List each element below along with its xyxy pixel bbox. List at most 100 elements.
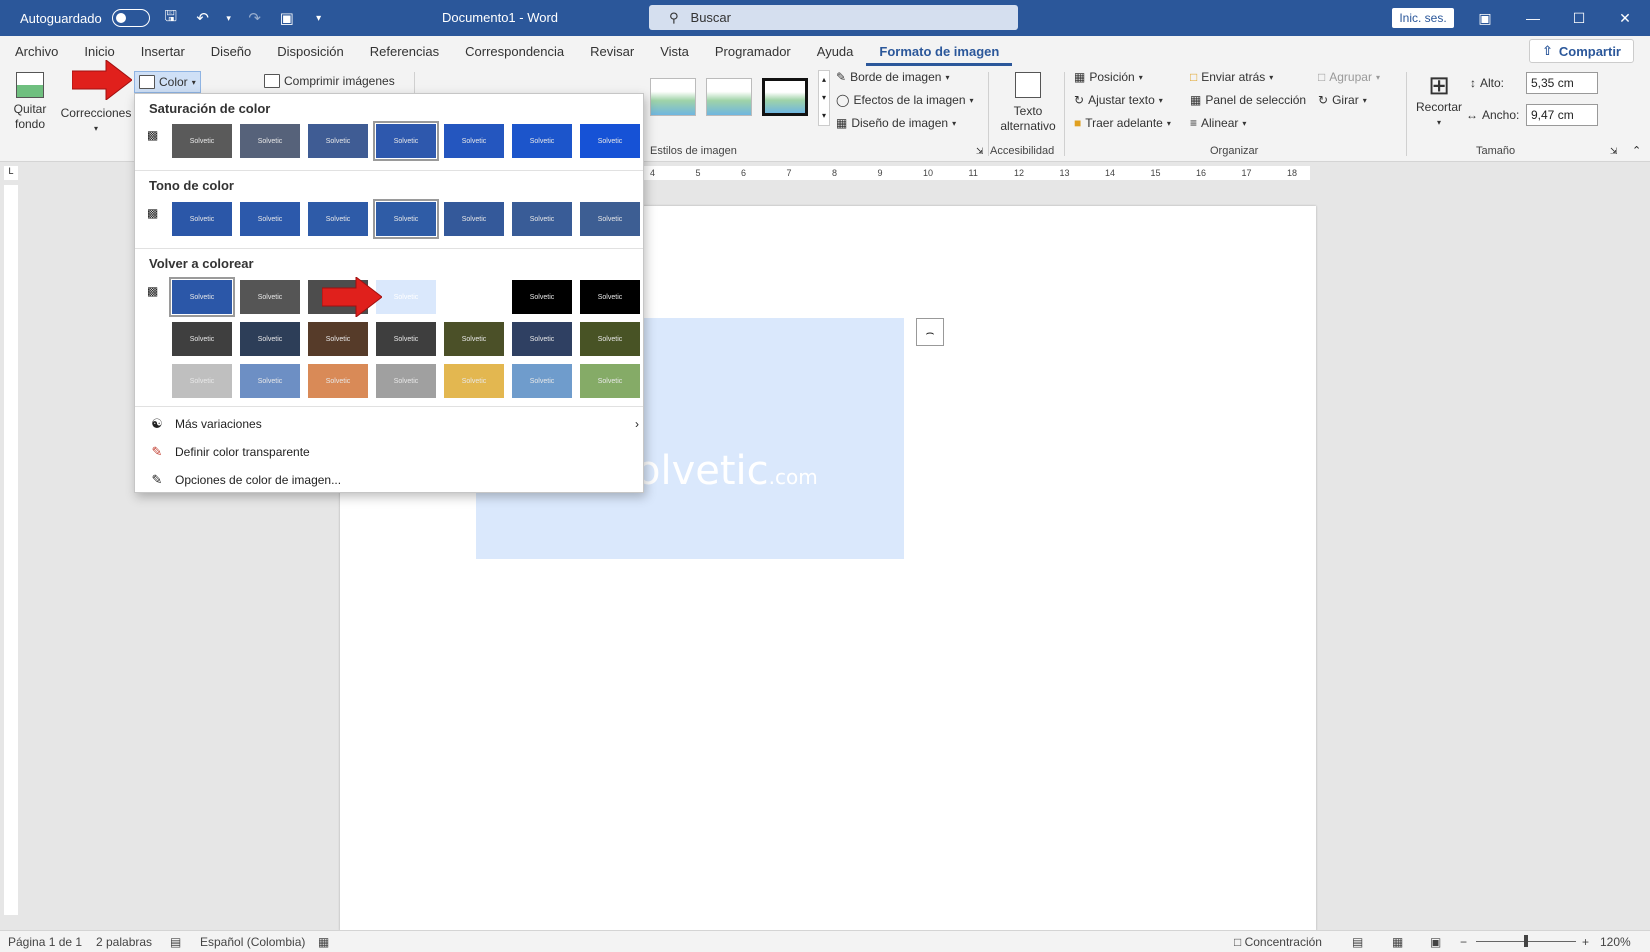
- minimize-icon[interactable]: —: [1510, 0, 1556, 36]
- proofing-icon[interactable]: ▤: [170, 935, 181, 949]
- color-swatch[interactable]: Solvetic: [512, 364, 572, 398]
- color-swatch[interactable]: Solvetic: [444, 364, 504, 398]
- color-swatch[interactable]: Solvetic: [308, 364, 368, 398]
- tab-programador[interactable]: Programador: [702, 36, 804, 66]
- posicion-button[interactable]: ▦ Posición ▾: [1074, 70, 1143, 84]
- color-swatch[interactable]: Solvetic: [373, 199, 439, 239]
- color-swatch[interactable]: Solvetic: [172, 202, 232, 236]
- tab-selector[interactable]: L: [4, 166, 18, 180]
- color-swatch[interactable]: Solvetic: [240, 280, 300, 314]
- close-icon[interactable]: ✕: [1602, 0, 1648, 36]
- zoom-in-icon[interactable]: +: [1582, 935, 1589, 949]
- web-layout-icon[interactable]: ▣: [1430, 935, 1441, 949]
- color-swatch[interactable]: Solvetic: [308, 124, 368, 158]
- page-count[interactable]: Página 1 de 1: [8, 935, 82, 949]
- tab-vista[interactable]: Vista: [647, 36, 702, 66]
- color-swatch[interactable]: Solvetic: [580, 322, 640, 356]
- color-swatch[interactable]: Solvetic: [172, 322, 232, 356]
- efectos-button[interactable]: ◯ Efectos de la imagen ▾: [836, 93, 974, 107]
- gallery-scroll[interactable]: ▴ ▾ ▾: [818, 70, 830, 126]
- correcciones-button[interactable]: Correcciones ▾: [60, 106, 132, 136]
- color-swatch[interactable]: Solvetic: [240, 202, 300, 236]
- color-swatch[interactable]: Solvetic: [376, 364, 436, 398]
- color-swatch[interactable]: Solvetic: [512, 322, 572, 356]
- tab-archivo[interactable]: Archivo: [0, 36, 71, 66]
- color-swatch[interactable]: Solvetic: [512, 124, 572, 158]
- tono-heading: Tono de color: [149, 178, 234, 193]
- color-swatch[interactable]: Solvetic: [240, 322, 300, 356]
- language[interactable]: Español (Colombia): [200, 935, 305, 949]
- color-swatch[interactable]: Solvetic: [376, 280, 436, 314]
- color-swatch[interactable]: Solvetic: [580, 124, 640, 158]
- color-swatch[interactable]: Solvetic: [444, 322, 504, 356]
- accessibility-icon[interactable]: ▦: [318, 935, 329, 949]
- mas-variaciones-item[interactable]: ☯ Más variaciones ›: [149, 416, 639, 432]
- collapse-ribbon-icon[interactable]: ⌃: [1632, 144, 1641, 157]
- color-button[interactable]: Color ▾: [134, 71, 201, 93]
- texto-alternativo-button[interactable]: Texto alternativo: [996, 72, 1060, 134]
- tab-disposicion[interactable]: Disposición: [264, 36, 356, 66]
- zoom-level[interactable]: 120%: [1600, 935, 1631, 949]
- zoom-out-icon[interactable]: −: [1460, 935, 1467, 949]
- maximize-icon[interactable]: ☐: [1556, 0, 1602, 36]
- ajustar-texto-button[interactable]: ↻ Ajustar texto ▾: [1074, 93, 1163, 107]
- tab-diseno[interactable]: Diseño: [198, 36, 264, 66]
- panel-seleccion-button[interactable]: ▦ Panel de selección: [1190, 93, 1306, 107]
- color-swatch[interactable]: [444, 280, 504, 314]
- traer-adelante-button[interactable]: ■ Traer adelante ▾: [1074, 116, 1171, 130]
- tab-correspondencia[interactable]: Correspondencia: [452, 36, 577, 66]
- definir-transparente-item[interactable]: ✎ Definir color transparente: [149, 444, 310, 460]
- ancho-input[interactable]: 9,47 cm: [1526, 104, 1598, 126]
- style-thumb[interactable]: [706, 78, 752, 116]
- agrupar-button[interactable]: □ Agrupar ▾: [1318, 70, 1380, 84]
- color-swatch[interactable]: Solvetic: [373, 121, 439, 161]
- opciones-color-item[interactable]: ✎ Opciones de color de imagen...: [149, 472, 342, 488]
- print-layout-icon[interactable]: ▦: [1392, 935, 1403, 949]
- borde-button[interactable]: ✎ Borde de imagen ▾: [836, 70, 949, 84]
- enviar-atras-button[interactable]: □ Enviar atrás ▾: [1190, 70, 1273, 84]
- color-swatch[interactable]: Solvetic: [308, 202, 368, 236]
- alto-input[interactable]: 5,35 cm: [1526, 72, 1598, 94]
- color-swatch[interactable]: Solvetic: [580, 364, 640, 398]
- zoom-thumb[interactable]: [1524, 935, 1528, 947]
- style-thumb[interactable]: [650, 78, 696, 116]
- chevron-down-icon: ▾: [1269, 72, 1274, 82]
- quitar-fondo-button[interactable]: Quitar fondo: [10, 72, 50, 132]
- diseno-button[interactable]: ▦ Diseño de imagen ▾: [836, 116, 956, 130]
- tab-formato-de-imagen[interactable]: Formato de imagen: [866, 36, 1013, 66]
- tab-insertar[interactable]: Insertar: [128, 36, 198, 66]
- tab-ayuda[interactable]: Ayuda: [804, 36, 867, 66]
- alinear-button[interactable]: ≡ Alinear ▾: [1190, 116, 1246, 130]
- dialog-launcher-icon[interactable]: ⇲: [1610, 146, 1618, 157]
- word-count[interactable]: 2 palabras: [96, 935, 152, 949]
- tab-revisar[interactable]: Revisar: [577, 36, 647, 66]
- color-swatch[interactable]: Solvetic: [512, 280, 572, 314]
- color-swatch[interactable]: Solvetic: [444, 124, 504, 158]
- layout-options-icon[interactable]: ⌢: [916, 318, 944, 346]
- color-swatch[interactable]: Solvetic: [240, 364, 300, 398]
- ribbon-display-icon[interactable]: ▣: [1462, 0, 1508, 36]
- color-swatch[interactable]: Solvetic: [376, 322, 436, 356]
- swatch-text: Solvetic: [257, 215, 283, 223]
- dialog-launcher-icon[interactable]: ⇲: [976, 146, 984, 157]
- color-swatch[interactable]: Solvetic: [580, 280, 640, 314]
- sign-in-button[interactable]: Inic. ses.: [1392, 8, 1454, 28]
- color-swatch[interactable]: Solvetic: [172, 124, 232, 158]
- color-swatch[interactable]: Solvetic: [444, 202, 504, 236]
- color-swatch[interactable]: Solvetic: [240, 124, 300, 158]
- read-mode-icon[interactable]: ▤: [1352, 935, 1363, 949]
- color-swatch[interactable]: Solvetic: [172, 364, 232, 398]
- color-swatch[interactable]: Solvetic: [169, 277, 235, 317]
- girar-button[interactable]: ↻ Girar ▾: [1318, 93, 1367, 107]
- tab-referencias[interactable]: Referencias: [357, 36, 452, 66]
- color-swatch[interactable]: Solvetic: [580, 202, 640, 236]
- share-button[interactable]: ⇧ Compartir: [1528, 39, 1634, 63]
- focus-mode-button[interactable]: □ Concentración: [1234, 935, 1322, 949]
- borde-label: Borde de imagen: [850, 70, 942, 84]
- color-swatch[interactable]: Solvetic: [308, 322, 368, 356]
- recortar-button[interactable]: ⊞ Recortar ▾: [1414, 70, 1464, 130]
- comprimir-imagenes-button[interactable]: Comprimir imágenes: [264, 74, 395, 88]
- color-swatch[interactable]: Solvetic: [512, 202, 572, 236]
- style-thumb[interactable]: [762, 78, 808, 116]
- search-input[interactable]: ⚲ Buscar: [649, 5, 1018, 30]
